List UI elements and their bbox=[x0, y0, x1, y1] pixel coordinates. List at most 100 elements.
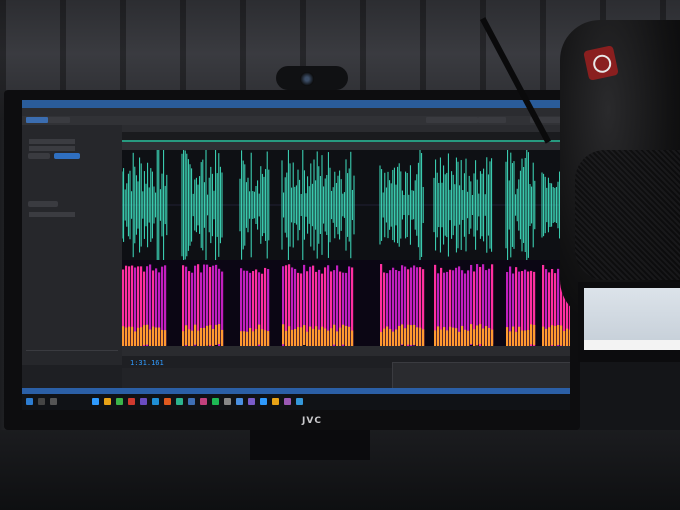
find-levels-button[interactable] bbox=[28, 201, 58, 207]
effect-dropdown[interactable] bbox=[29, 138, 75, 144]
spectral-band-low bbox=[413, 324, 416, 345]
transport-controls bbox=[122, 346, 570, 356]
monitor-screen: 1:31.161 bbox=[22, 100, 570, 410]
spectral-band-low bbox=[309, 326, 312, 347]
spectral-band-low bbox=[548, 327, 551, 348]
spectrogram-svg bbox=[122, 264, 570, 354]
spectral-band-low bbox=[333, 324, 336, 345]
spectral-band-low bbox=[569, 329, 570, 350]
spectral-band-low bbox=[203, 327, 206, 348]
presets-row bbox=[26, 145, 75, 151]
app-titlebar bbox=[22, 100, 570, 108]
spectral-band-low bbox=[395, 329, 398, 350]
workspace-tab[interactable] bbox=[478, 117, 506, 123]
spectral-band-low bbox=[512, 326, 515, 347]
spectral-band-low bbox=[554, 325, 557, 346]
taskbar-app-icon[interactable] bbox=[152, 398, 159, 405]
spectral-band-low bbox=[491, 329, 494, 350]
spectral-band-low bbox=[297, 327, 300, 348]
spectral-band-low bbox=[291, 329, 294, 350]
spectral-frequency-display[interactable] bbox=[122, 260, 570, 354]
spectral-band-low bbox=[545, 328, 548, 349]
spectral-band-low bbox=[380, 331, 383, 352]
spectral-band-low bbox=[212, 328, 215, 349]
taskbar-app-icon[interactable] bbox=[50, 398, 57, 405]
current-time-display: 1:31.161 bbox=[130, 359, 164, 367]
spectral-band-low bbox=[515, 331, 518, 352]
effect-row bbox=[26, 138, 75, 144]
scan-button[interactable] bbox=[28, 153, 50, 159]
spectral-band-low bbox=[351, 330, 354, 351]
tab-multitrack[interactable] bbox=[48, 117, 70, 123]
spectral-band-low bbox=[221, 329, 224, 350]
spectral-band-low bbox=[303, 325, 306, 346]
spectral-band-low bbox=[288, 326, 291, 347]
taskbar-app-icon[interactable] bbox=[140, 398, 147, 405]
presets-dropdown[interactable] bbox=[29, 145, 75, 151]
spectral-band-low bbox=[267, 331, 270, 352]
waveform-display[interactable] bbox=[121, 147, 570, 263]
settings-button[interactable] bbox=[54, 153, 80, 159]
spectral-band-low bbox=[164, 330, 167, 351]
taskbar-app-icon[interactable] bbox=[164, 398, 171, 405]
photo-scene: JVC 1:31.161 bbox=[0, 0, 680, 510]
windows-taskbar bbox=[22, 394, 570, 410]
spectral-band-low bbox=[327, 330, 330, 351]
taskbar-app-icon[interactable] bbox=[260, 398, 267, 405]
taskbar-app-icon[interactable] bbox=[38, 398, 45, 405]
waveform-overview[interactable] bbox=[122, 132, 570, 144]
taskbar-app-icon[interactable] bbox=[104, 398, 111, 405]
taskbar-app-icon[interactable] bbox=[212, 398, 219, 405]
taskbar-app-icon[interactable] bbox=[236, 398, 243, 405]
spectral-band-low bbox=[191, 330, 194, 351]
secondary-monitor-screen bbox=[584, 288, 680, 340]
spectral-band-low bbox=[140, 327, 143, 348]
windows-start-icon[interactable] bbox=[26, 398, 33, 405]
spectral-band-low bbox=[419, 327, 422, 348]
spectral-band-low bbox=[249, 327, 252, 348]
spectral-band-low bbox=[294, 329, 297, 350]
taskbar-app-icon[interactable] bbox=[128, 398, 135, 405]
spectral-band-low bbox=[557, 324, 560, 345]
taskbar-app-icon[interactable] bbox=[248, 398, 255, 405]
spectral-band-low bbox=[131, 326, 134, 347]
spectral-band-low bbox=[306, 331, 309, 352]
taskbar-app-icon[interactable] bbox=[296, 398, 303, 405]
spectral-band-low bbox=[206, 325, 209, 346]
taskbar-app-icon[interactable] bbox=[272, 398, 279, 405]
taskbar-app-icon[interactable] bbox=[224, 398, 231, 405]
spectral-band-low bbox=[560, 325, 563, 346]
monitor-brand-logo: JVC bbox=[302, 416, 322, 426]
spectral-band-low bbox=[312, 328, 315, 349]
taskbar-app-icon[interactable] bbox=[116, 398, 123, 405]
spectral-band-low bbox=[470, 324, 473, 345]
spectral-band-low bbox=[440, 329, 443, 350]
spectral-band-low bbox=[197, 330, 200, 351]
spectral-band-low bbox=[416, 327, 419, 348]
spectral-band-low bbox=[240, 331, 243, 352]
taskbar-app-icon[interactable] bbox=[200, 398, 207, 405]
spectral-band-low bbox=[182, 331, 185, 352]
taskbar-app-icon[interactable] bbox=[188, 398, 195, 405]
workspace-tab[interactable] bbox=[442, 117, 478, 123]
time-ruler[interactable] bbox=[122, 142, 570, 150]
diagnostics-panel bbox=[22, 125, 122, 365]
tab-waveform[interactable] bbox=[26, 117, 48, 123]
spectral-band-low bbox=[143, 325, 146, 346]
taskbar-app-icon[interactable] bbox=[92, 398, 99, 405]
taskbar-app-icon[interactable] bbox=[284, 398, 291, 405]
spectral-band-low bbox=[473, 329, 476, 350]
spectral-band-low bbox=[149, 329, 152, 350]
spectral-band-low bbox=[551, 325, 554, 346]
spectral-band-low bbox=[386, 326, 389, 347]
spectral-band-low bbox=[261, 329, 264, 350]
spectral-band-low bbox=[521, 330, 524, 351]
taskbar-app-icon[interactable] bbox=[176, 398, 183, 405]
spectral-band-low bbox=[542, 326, 545, 347]
fix-by-dropdown[interactable] bbox=[29, 211, 75, 217]
spectral-band-low bbox=[392, 331, 395, 352]
spectral-band-low bbox=[482, 328, 485, 349]
spectral-band-low bbox=[146, 324, 149, 345]
spectral-band-low bbox=[455, 328, 458, 349]
spectral-band-low bbox=[161, 329, 164, 350]
